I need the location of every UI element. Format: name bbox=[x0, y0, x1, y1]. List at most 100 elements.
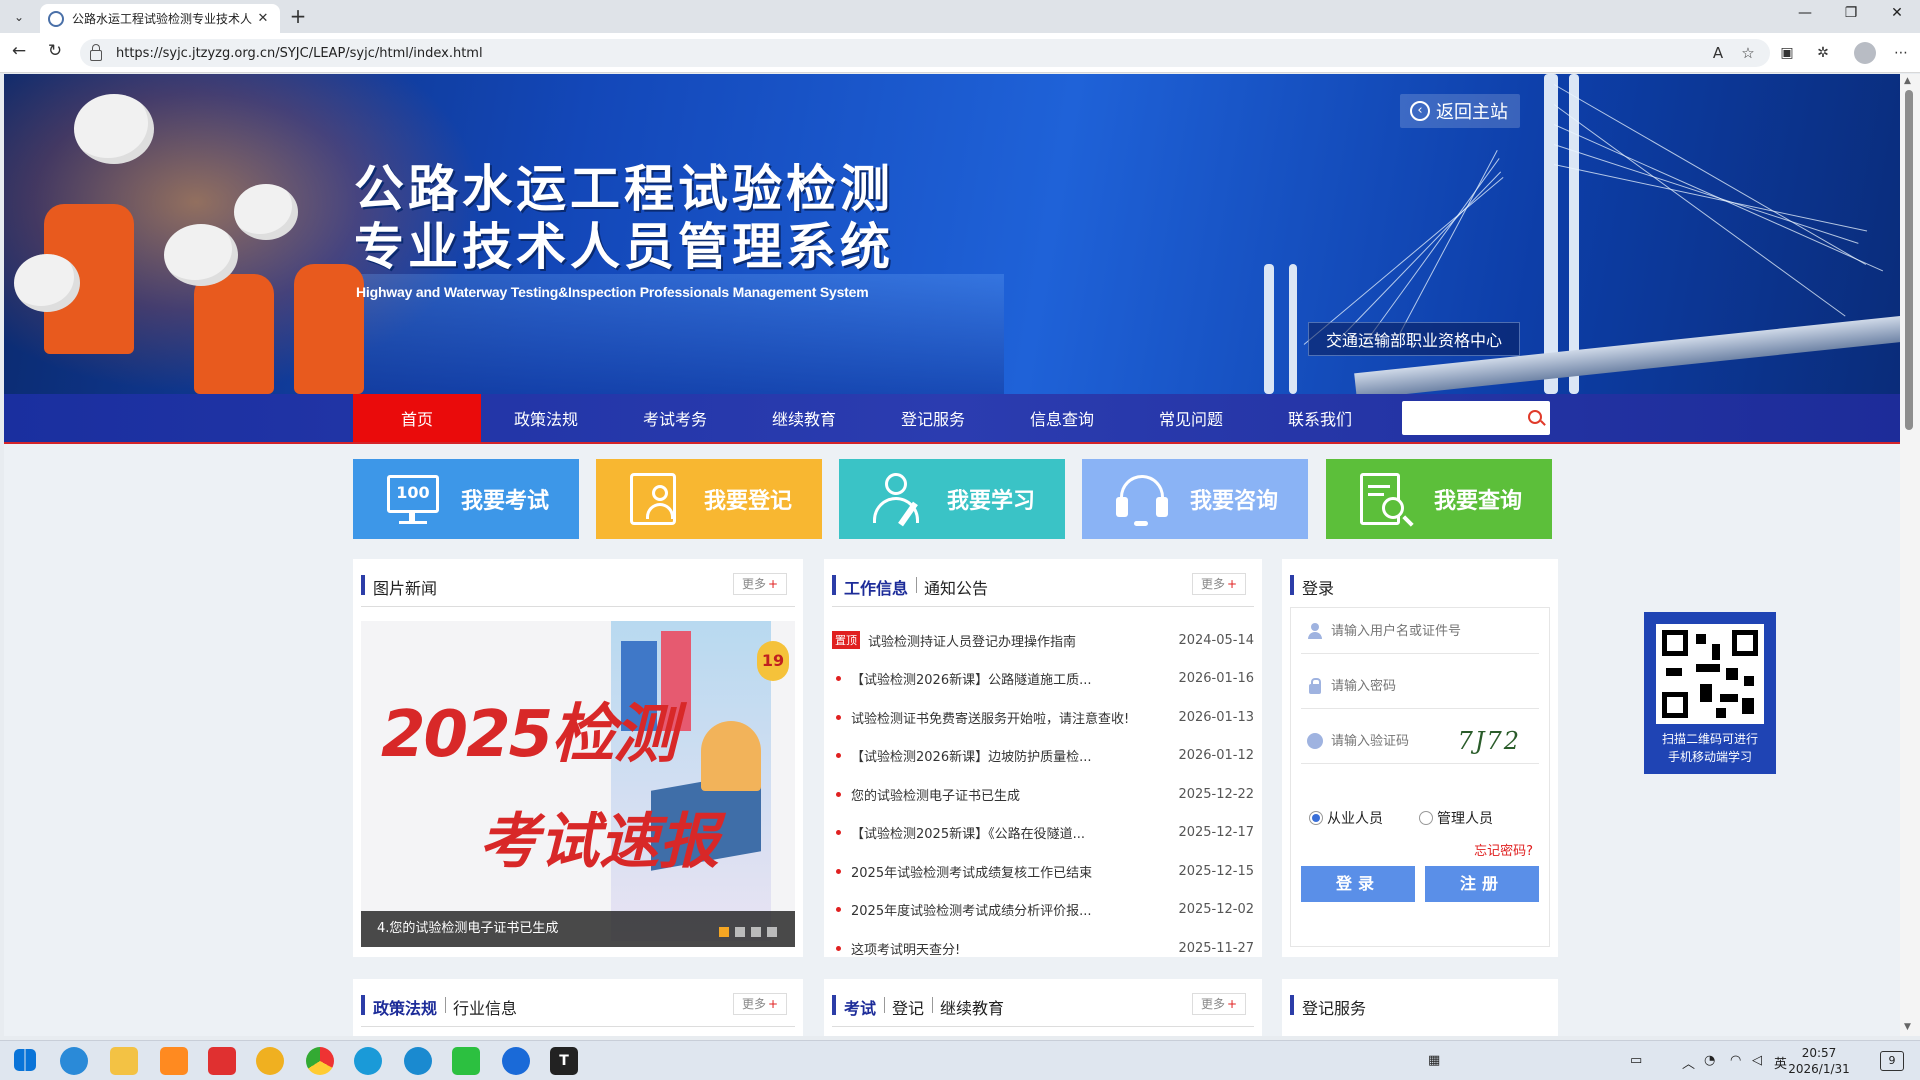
slide-dot[interactable] bbox=[767, 927, 777, 937]
keyboard-icon[interactable]: ▦ bbox=[1428, 1053, 1440, 1068]
exam-more-button[interactable]: 更多 + bbox=[1192, 993, 1246, 1015]
password-input[interactable] bbox=[1331, 678, 1481, 693]
back-to-main-site-button[interactable]: ‹ 返回主站 bbox=[1400, 94, 1520, 128]
work-info-more-button[interactable]: 更多 + bbox=[1192, 573, 1246, 595]
quick-consult-button[interactable]: 我要咨询 bbox=[1082, 459, 1308, 539]
tab-title: 公路水运工程试验检测专业技术人 bbox=[72, 12, 253, 26]
photo-news-slide[interactable]: 19 2025检测 考试速报 4.您的试验检测电子证书已生成 bbox=[361, 621, 795, 947]
edge-dev-icon[interactable] bbox=[60, 1047, 88, 1075]
exam-header: 考试 登记 继续教育 更多 + bbox=[832, 993, 1254, 1027]
quick-study-button[interactable]: 我要学习 bbox=[839, 459, 1065, 539]
captcha-field[interactable]: 7J72 bbox=[1301, 718, 1539, 764]
edge-icon[interactable] bbox=[354, 1047, 382, 1075]
list-item[interactable]: 置顶 试验检测持证人员登记办理操作指南 2024-05-14 bbox=[832, 621, 1254, 660]
list-item[interactable]: 试验检测证书免费寄送服务开始啦，请注意查收! 2026-01-13 bbox=[832, 698, 1254, 737]
close-window-button[interactable]: ✕ bbox=[1874, 5, 1920, 27]
browser-tab[interactable]: 公路水运工程试验检测专业技术人 ✕ bbox=[40, 4, 280, 33]
tab-policy[interactable]: 政策法规 bbox=[373, 995, 437, 1019]
read-aloud-icon[interactable]: A bbox=[1706, 44, 1730, 62]
nav-item-faq[interactable]: 常见问题 bbox=[1127, 394, 1255, 442]
scrollbar-thumb[interactable] bbox=[1905, 90, 1913, 430]
nav-item-policy[interactable]: 政策法规 bbox=[482, 394, 610, 442]
policy-more-button[interactable]: 更多 + bbox=[733, 993, 787, 1015]
network-icon[interactable]: ◔ bbox=[1704, 1053, 1715, 1068]
collections-icon[interactable]: ▣ bbox=[1776, 45, 1798, 61]
volume-icon[interactable]: ◁ bbox=[1752, 1053, 1762, 1068]
favorite-star-icon[interactable]: ☆ bbox=[1736, 44, 1760, 62]
tab-continuing-education[interactable]: 继续教育 bbox=[940, 995, 1004, 1019]
photo-news-more-button[interactable]: 更多 + bbox=[733, 573, 787, 595]
windows-taskbar: T ▦ ▭ ︿ ◔ ◠ ◁ 英 20:57 2026/1/31 9 bbox=[0, 1040, 1920, 1080]
center-label: 交通运输部职业资格中心 bbox=[1308, 322, 1520, 356]
tab-list-button[interactable]: ⌄ bbox=[6, 5, 32, 29]
profile-avatar[interactable] bbox=[1854, 42, 1876, 64]
slide-dot[interactable] bbox=[719, 927, 729, 937]
store-icon[interactable] bbox=[160, 1047, 188, 1075]
scroll-down-icon[interactable]: ▼ bbox=[1904, 1022, 1911, 1032]
list-item[interactable]: 2025年试验检测考试成绩复核工作已结束 2025-12-15 bbox=[832, 852, 1254, 891]
chrome-icon[interactable] bbox=[306, 1047, 334, 1075]
edge-icon[interactable] bbox=[404, 1047, 432, 1075]
new-tab-button[interactable]: + bbox=[286, 5, 310, 29]
search-icon[interactable] bbox=[1528, 410, 1542, 424]
slide-dot[interactable] bbox=[751, 927, 761, 937]
list-item[interactable]: 您的试验检测电子证书已生成 2025-12-22 bbox=[832, 775, 1254, 814]
tab-exam[interactable]: 考试 bbox=[844, 995, 876, 1019]
slide-dot[interactable] bbox=[735, 927, 745, 937]
app-icon[interactable] bbox=[256, 1047, 284, 1075]
restore-button[interactable]: ❐ bbox=[1828, 5, 1874, 27]
start-windows-icon[interactable] bbox=[14, 1049, 36, 1071]
tab-notices[interactable]: 通知公告 bbox=[924, 575, 988, 599]
list-item[interactable]: 【试验检测2026新课】公路隧道施工质... 2026-01-16 bbox=[832, 660, 1254, 699]
study-icon bbox=[869, 471, 929, 527]
minimize-button[interactable]: — bbox=[1782, 5, 1828, 27]
list-item[interactable]: 2025年度试验检测考试成绩分析评价报... 2025-12-02 bbox=[832, 891, 1254, 930]
file-explorer-icon[interactable] bbox=[110, 1047, 138, 1075]
forgot-password-link[interactable]: 忘记密码? bbox=[1474, 840, 1533, 859]
nav-item-info-query[interactable]: 信息查询 bbox=[998, 394, 1126, 442]
quick-query-button[interactable]: 我要查询 bbox=[1326, 459, 1552, 539]
monitor-icon[interactable]: ▭ bbox=[1630, 1053, 1642, 1068]
username-input[interactable] bbox=[1331, 623, 1481, 638]
qr-code-image[interactable] bbox=[1656, 624, 1764, 724]
page-scrollbar[interactable]: ▲ ▼ bbox=[1900, 74, 1920, 1036]
tray-chevron-icon[interactable]: ︿ bbox=[1682, 1053, 1695, 1072]
nav-item-home[interactable]: 首页 bbox=[353, 394, 481, 442]
quick-register-button[interactable]: 我要登记 bbox=[596, 459, 822, 539]
role-practitioner-radio[interactable]: 从业人员 bbox=[1309, 808, 1383, 828]
extensions-icon[interactable]: ✲ bbox=[1812, 45, 1834, 61]
list-item[interactable]: 【试验检测2025新课】《公路在役隧道... 2025-12-17 bbox=[832, 814, 1254, 853]
bridge-cable bbox=[1333, 171, 1502, 345]
wechat-icon[interactable] bbox=[452, 1047, 480, 1075]
tab-work-info[interactable]: 工作信息 bbox=[844, 575, 908, 599]
url-field[interactable]: https://syjc.jtzyzg.org.cn/SYJC/LEAP/syj… bbox=[80, 39, 1770, 67]
nav-item-exam[interactable]: 考试考务 bbox=[611, 394, 739, 442]
list-item[interactable]: 【试验检测2026新课】边坡防护质量检... 2026-01-12 bbox=[832, 737, 1254, 776]
nav-item-education[interactable]: 继续教育 bbox=[740, 394, 868, 442]
search-input[interactable] bbox=[1402, 401, 1512, 435]
close-tab-icon[interactable]: ✕ bbox=[254, 11, 272, 26]
more-menu-icon[interactable]: ⋯ bbox=[1890, 45, 1912, 61]
back-button[interactable]: ← bbox=[6, 41, 32, 65]
list-item[interactable]: 这项考试明天查分! 2025-11-27 bbox=[832, 929, 1254, 968]
quick-exam-button[interactable]: 100 我要考试 bbox=[353, 459, 579, 539]
nav-item-contact[interactable]: 联系我们 bbox=[1256, 394, 1384, 442]
clock[interactable]: 20:57 2026/1/31 bbox=[1784, 1045, 1854, 1077]
username-field[interactable] bbox=[1301, 608, 1539, 654]
wifi-icon[interactable]: ◠ bbox=[1730, 1053, 1741, 1068]
wps-icon[interactable] bbox=[208, 1047, 236, 1075]
url-text: https://syjc.jtzyzg.org.cn/SYJC/LEAP/syj… bbox=[116, 45, 483, 61]
refresh-button[interactable]: ↻ bbox=[42, 41, 68, 65]
notification-icon[interactable]: 9 bbox=[1880, 1051, 1904, 1071]
app-icon[interactable] bbox=[502, 1047, 530, 1075]
nav-item-registration[interactable]: 登记服务 bbox=[869, 394, 997, 442]
register-button[interactable]: 注册 bbox=[1425, 866, 1539, 902]
typora-icon[interactable]: T bbox=[550, 1047, 578, 1075]
login-button[interactable]: 登录 bbox=[1301, 866, 1415, 902]
captcha-image[interactable]: 7J72 bbox=[1458, 727, 1521, 755]
password-field[interactable] bbox=[1301, 663, 1539, 709]
tab-industry-info[interactable]: 行业信息 bbox=[453, 995, 517, 1019]
scroll-up-icon[interactable]: ▲ bbox=[1904, 76, 1911, 86]
role-manager-radio[interactable]: 管理人员 bbox=[1419, 808, 1493, 828]
tab-register[interactable]: 登记 bbox=[892, 995, 924, 1019]
